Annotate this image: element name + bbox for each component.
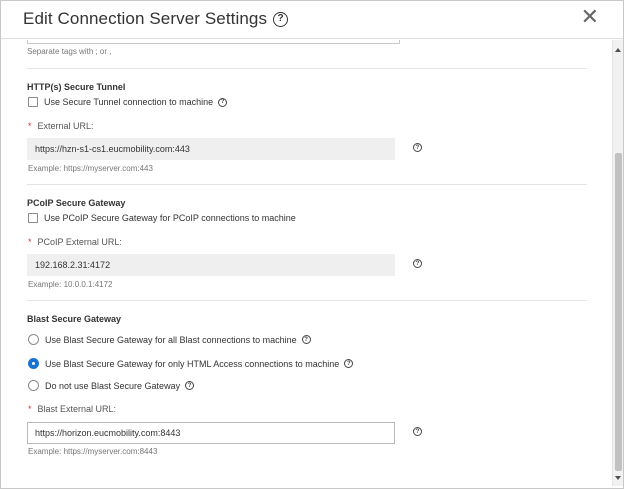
blast-external-url-field[interactable]: https://horizon.eucmobility.com:8443	[27, 422, 395, 444]
external-url-label-text: External URL:	[37, 121, 94, 131]
pcoip-checkbox-row[interactable]: Use PCoIP Secure Gateway for PCoIP conne…	[28, 213, 296, 223]
close-icon[interactable]: ✕	[581, 7, 599, 29]
pcoip-checkbox-label: Use PCoIP Secure Gateway for PCoIP conne…	[44, 213, 296, 223]
section-divider	[27, 68, 587, 69]
section-divider	[27, 184, 587, 185]
pcoip-external-url-label-text: PCoIP External URL:	[37, 237, 122, 247]
pcoip-section-title: PCoIP Secure Gateway	[27, 198, 126, 208]
help-icon[interactable]: ?	[273, 11, 289, 27]
help-icon[interactable]: ?	[218, 97, 228, 107]
scroll-down-arrow-icon[interactable]	[615, 476, 621, 480]
section-divider	[27, 300, 587, 301]
secure-tunnel-checkbox-label: Use Secure Tunnel connection to machine	[44, 97, 214, 107]
blast-option-html-row[interactable]: Use Blast Secure Gateway for only HTML A…	[28, 358, 354, 369]
blast-option-html-label: Use Blast Secure Gateway for only HTML A…	[45, 358, 340, 369]
blast-option-all-radio[interactable]	[28, 334, 39, 345]
dialog-title-text: Edit Connection Server Settings	[23, 9, 268, 28]
blast-external-url-example: Example: https://myserver.com:8443	[28, 447, 158, 456]
pcoip-external-url-label: * PCoIP External URL:	[28, 237, 122, 247]
pcoip-external-url-example: Example: 10.0.0.1:4172	[28, 280, 113, 289]
help-icon[interactable]: ?	[344, 359, 354, 368]
blast-section-title: Blast Secure Gateway	[27, 314, 122, 324]
external-url-field[interactable]: https://hzn-s1-cs1.eucmobility.com:443	[27, 138, 395, 160]
required-marker: *	[28, 121, 32, 131]
required-marker: *	[28, 237, 32, 247]
blast-option-none-label: Do not use Blast Secure Gateway	[45, 380, 181, 391]
blast-external-url-label-text: Blast External URL:	[37, 404, 117, 414]
pcoip-external-url-field[interactable]: 192.168.2.31:4172	[27, 254, 395, 276]
blast-external-url-label: * Blast External URL:	[28, 404, 116, 414]
external-url-example: Example: https://myserver.com:443	[28, 164, 153, 173]
blast-option-html-radio[interactable]	[28, 358, 39, 369]
secure-tunnel-checkbox[interactable]	[28, 97, 38, 107]
vertical-scrollbar[interactable]	[612, 40, 623, 486]
help-icon[interactable]: ?	[301, 335, 311, 344]
help-icon[interactable]: ?	[185, 381, 195, 390]
scrollbar-thumb[interactable]	[615, 153, 622, 471]
tags-hint: Separate tags with ; or ,	[27, 47, 112, 56]
external-url-label: * External URL:	[28, 121, 94, 131]
http-tunnel-section-title: HTTP(s) Secure Tunnel	[27, 82, 126, 92]
scroll-up-arrow-icon[interactable]	[615, 48, 621, 52]
help-icon[interactable]: ?	[413, 427, 422, 436]
help-icon[interactable]: ?	[413, 259, 422, 268]
required-marker: *	[28, 404, 32, 414]
pcoip-gateway-checkbox[interactable]	[28, 213, 38, 223]
dialog-header: Edit Connection Server Settings ? ✕	[1, 1, 623, 39]
edit-connection-server-dialog: Edit Connection Server Settings ? ✕ Sepa…	[0, 0, 624, 489]
blast-option-all-label: Use Blast Secure Gateway for all Blast c…	[45, 334, 297, 345]
blast-option-none-radio[interactable]	[28, 380, 39, 391]
dialog-title: Edit Connection Server Settings ?	[23, 9, 289, 29]
blast-option-none-row[interactable]: Do not use Blast Secure Gateway ?	[28, 380, 195, 391]
secure-tunnel-checkbox-row[interactable]: Use Secure Tunnel connection to machine …	[28, 97, 228, 107]
blast-option-all-row[interactable]: Use Blast Secure Gateway for all Blast c…	[28, 334, 311, 345]
help-icon[interactable]: ?	[413, 143, 422, 152]
dialog-content: Separate tags with ; or , HTTP(s) Secure…	[1, 40, 613, 489]
tags-input[interactable]	[27, 40, 400, 44]
